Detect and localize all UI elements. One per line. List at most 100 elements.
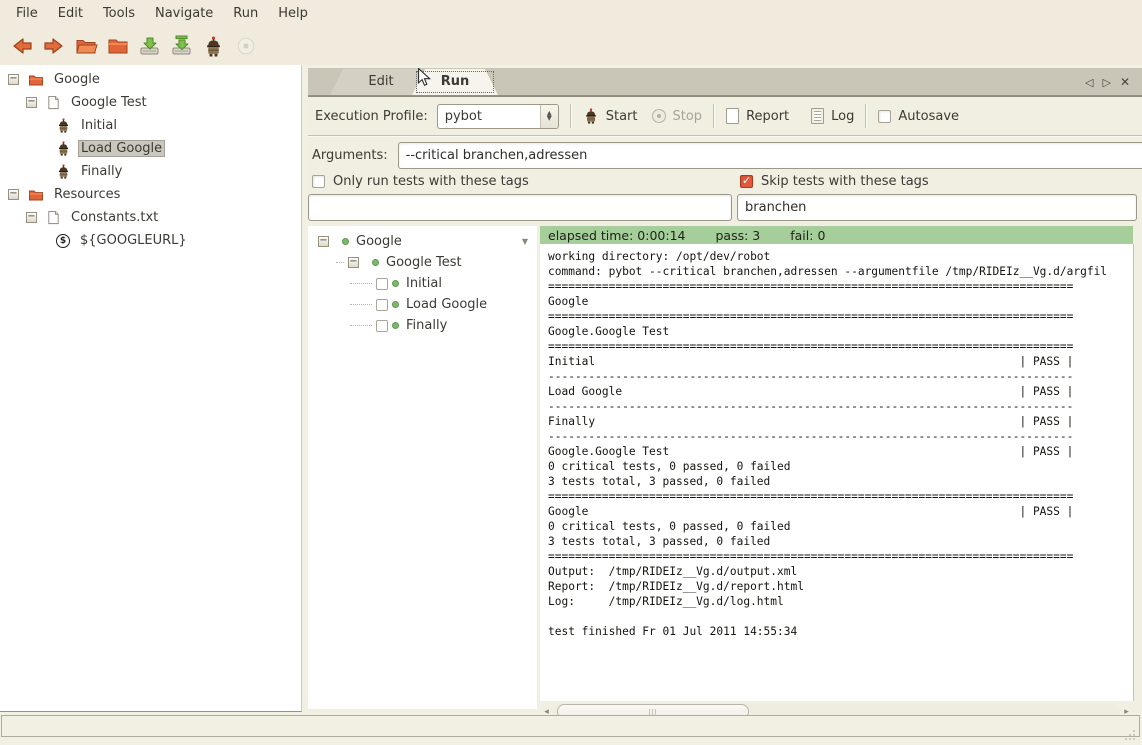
console-line: ========================================… bbox=[548, 549, 1073, 564]
open-folder-icon[interactable] bbox=[72, 33, 99, 60]
test-tree-item-finally[interactable]: Finally bbox=[308, 315, 537, 336]
menu-tools[interactable]: Tools bbox=[93, 2, 145, 25]
file-icon bbox=[46, 210, 61, 225]
console-line: ========================================… bbox=[548, 489, 1073, 504]
console-line: Load Google| PASS | bbox=[548, 384, 1073, 399]
collapse-icon[interactable] bbox=[26, 97, 37, 108]
forward-icon[interactable] bbox=[40, 33, 67, 60]
collapse-icon[interactable] bbox=[8, 74, 19, 85]
run-tab-panel: Execution Profile: pybot Start Stop Repo… bbox=[308, 96, 1142, 712]
spinner-icon[interactable] bbox=[540, 105, 558, 128]
menu-run[interactable]: Run bbox=[223, 2, 268, 25]
folder-icon bbox=[28, 187, 44, 203]
folder-icon[interactable] bbox=[104, 33, 131, 60]
tree-item-google[interactable]: Google bbox=[0, 68, 301, 91]
run-robot-icon[interactable] bbox=[200, 33, 227, 60]
save-icon[interactable] bbox=[136, 33, 163, 60]
only-run-tags-input[interactable] bbox=[308, 194, 732, 221]
back-icon[interactable] bbox=[8, 33, 35, 60]
tag-fields-row bbox=[308, 194, 1142, 221]
test-selection-tree: Google Google Test Initial Load Google bbox=[308, 226, 537, 709]
mouse-cursor-icon bbox=[417, 68, 432, 91]
tree-item-googleurl-variable[interactable]: ${GOOGLEURL} bbox=[0, 229, 301, 252]
log-button[interactable]: Log bbox=[811, 108, 854, 124]
tree-item-label: Google Test bbox=[68, 94, 150, 111]
test-tree-item-google[interactable]: Google bbox=[308, 231, 537, 252]
report-button[interactable]: Report bbox=[726, 108, 789, 124]
tree-item-finally[interactable]: Finally bbox=[0, 160, 301, 183]
test-tree-item-initial[interactable]: Initial bbox=[308, 273, 537, 294]
console-line: Google.Google Test| PASS | bbox=[548, 444, 1073, 459]
skip-tags-input[interactable] bbox=[737, 194, 1137, 221]
test-tree-item-load-google[interactable]: Load Google bbox=[308, 294, 537, 315]
skip-tags-toggle[interactable]: Skip tests with these tags bbox=[740, 174, 929, 189]
console-line bbox=[548, 609, 1073, 624]
console-line: command: pybot --critical branchen,adres… bbox=[548, 264, 1073, 279]
execution-profile-select[interactable]: pybot bbox=[437, 104, 559, 129]
tree-item-label: ${GOOGLEURL} bbox=[77, 232, 190, 249]
ride-window: File Edit Tools Navigate Run Help bbox=[0, 0, 1142, 745]
autosave-checkbox[interactable] bbox=[878, 110, 891, 123]
console-line: Google| PASS | bbox=[548, 504, 1073, 519]
tree-connector bbox=[336, 262, 344, 263]
log-page-icon bbox=[811, 108, 824, 124]
notebook-tab-bar: Edit Run bbox=[308, 68, 1142, 96]
status-dot-icon bbox=[342, 238, 349, 245]
tree-item-label: Google bbox=[51, 71, 103, 88]
save-all-icon[interactable] bbox=[168, 33, 195, 60]
tree-item-resources[interactable]: Resources bbox=[0, 183, 301, 206]
collapse-icon[interactable] bbox=[26, 212, 37, 223]
skip-tags-checkbox[interactable] bbox=[740, 175, 753, 188]
skip-tags-label: Skip tests with these tags bbox=[761, 174, 929, 189]
start-button[interactable]: Start bbox=[583, 108, 638, 124]
console-line: ----------------------------------------… bbox=[548, 429, 1073, 444]
only-run-tags-toggle[interactable]: Only run tests with these tags bbox=[312, 174, 529, 189]
tree-item-load-google[interactable]: Load Google bbox=[0, 137, 301, 160]
tree-connector bbox=[350, 304, 372, 305]
menu-help[interactable]: Help bbox=[268, 2, 318, 25]
robot-test-icon bbox=[56, 141, 71, 156]
robot-test-icon bbox=[56, 164, 71, 179]
file-icon bbox=[46, 95, 61, 110]
test-checkbox[interactable] bbox=[376, 299, 388, 311]
arguments-row: Arguments: bbox=[308, 140, 1142, 170]
console-line: ========================================… bbox=[548, 339, 1073, 354]
console-line: Report: /tmp/RIDEIz__Vg.d/report.html bbox=[548, 579, 1073, 594]
collapse-icon[interactable] bbox=[8, 189, 19, 200]
run-status-bar: elapsed time: 0:00:14 pass: 3 fail: 0 bbox=[540, 226, 1133, 244]
tree-item-initial[interactable]: Initial bbox=[0, 114, 301, 137]
tree-item-google-test[interactable]: Google Test bbox=[0, 91, 301, 114]
tab-scroll-left-icon[interactable] bbox=[1085, 77, 1093, 88]
test-checkbox[interactable] bbox=[376, 320, 388, 332]
test-tree-item-google-test[interactable]: Google Test bbox=[308, 252, 537, 273]
menu-navigate[interactable]: Navigate bbox=[145, 2, 223, 25]
fail-count: fail: 0 bbox=[790, 228, 825, 243]
tab-nav-controls bbox=[1085, 72, 1130, 92]
console-line: Google.Google Test bbox=[548, 324, 1073, 339]
arguments-input[interactable] bbox=[398, 142, 1142, 169]
test-tree-label: Google Test bbox=[386, 255, 462, 270]
collapse-icon[interactable] bbox=[318, 236, 329, 247]
tab-close-icon[interactable] bbox=[1120, 76, 1130, 88]
resize-grip-icon[interactable] bbox=[1133, 730, 1135, 732]
console-line: ========================================… bbox=[548, 279, 1073, 294]
menu-edit[interactable]: Edit bbox=[48, 2, 93, 25]
tree-connector bbox=[350, 283, 372, 284]
autosave-toggle[interactable]: Autosave bbox=[878, 109, 959, 124]
only-run-tags-checkbox[interactable] bbox=[312, 175, 325, 188]
robot-test-icon bbox=[56, 118, 71, 133]
menu-file[interactable]: File bbox=[6, 2, 48, 25]
stop-disabled-icon bbox=[232, 33, 259, 60]
collapse-icon[interactable] bbox=[348, 257, 359, 268]
console-line: ----------------------------------------… bbox=[548, 399, 1073, 414]
status-dot-icon bbox=[392, 280, 399, 287]
tree-item-constants[interactable]: Constants.txt bbox=[0, 206, 301, 229]
tree-item-label: Resources bbox=[51, 186, 123, 203]
console-output[interactable]: working directory: /opt/dev/robotcommand… bbox=[540, 244, 1134, 701]
tree-dropdown-icon[interactable] bbox=[522, 237, 528, 246]
tab-scroll-right-icon[interactable] bbox=[1102, 77, 1110, 88]
tree-item-label: Initial bbox=[78, 117, 120, 134]
console-line: Log: /tmp/RIDEIz__Vg.d/log.html bbox=[548, 594, 1073, 609]
tree-connector bbox=[350, 325, 372, 326]
test-checkbox[interactable] bbox=[376, 278, 388, 290]
